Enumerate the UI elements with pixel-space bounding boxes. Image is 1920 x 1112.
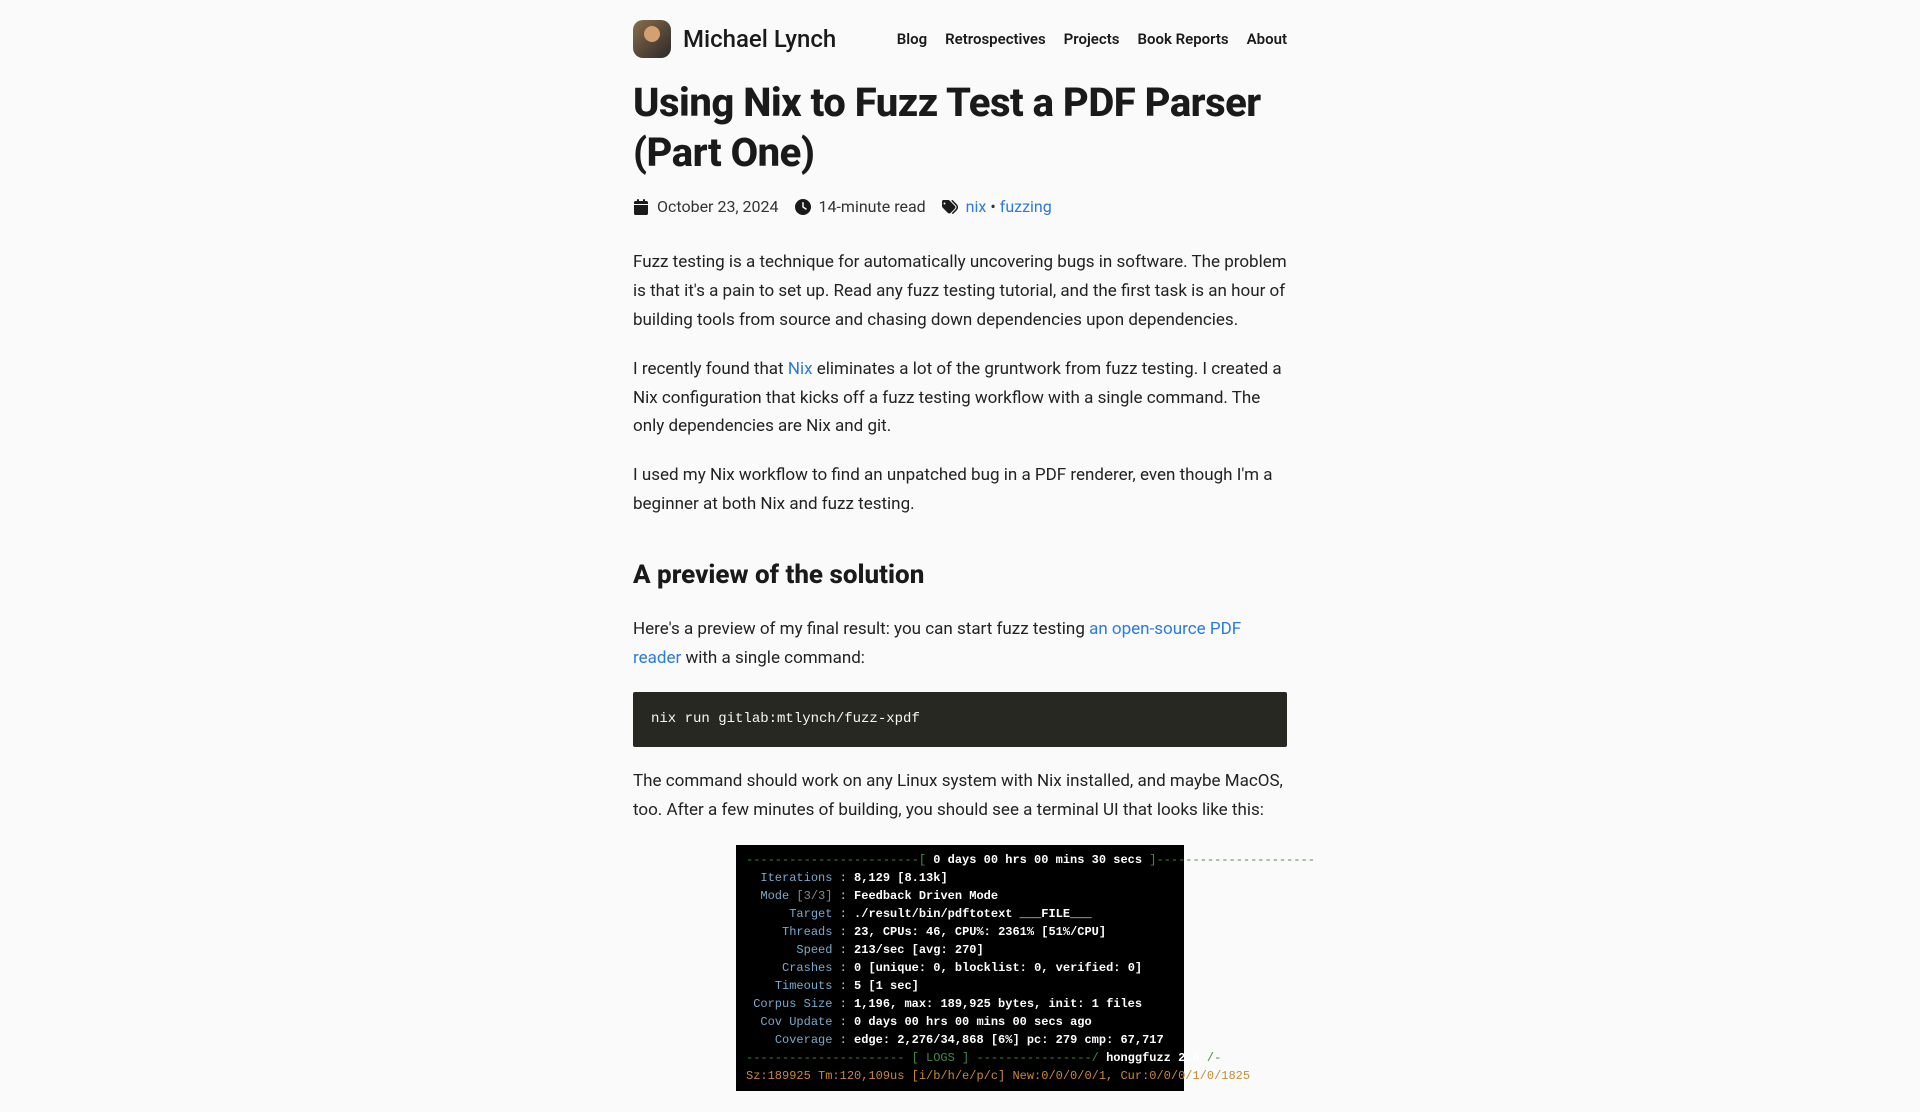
meta-tags: nix• fuzzing [942,194,1052,220]
link-nix[interactable]: Nix [788,359,813,379]
paragraph-preview: Here's a preview of my final result: you… [633,615,1287,673]
section-heading-preview: A preview of the solution [633,555,1287,597]
page-title: Using Nix to Fuzz Test a PDF Parser (Par… [633,78,1287,178]
meta-date: October 23, 2024 [633,194,779,220]
avatar [633,20,671,58]
post-meta: October 23, 2024 14-minute read nix• fuzz… [633,194,1287,220]
post-read-time: 14-minute read [819,194,926,220]
nav-retrospectives[interactable]: Retrospectives [945,27,1046,51]
calendar-icon [633,199,649,215]
paragraph-nix: I recently found that Nix eliminates a l… [633,355,1287,442]
site-header: Michael Lynch Blog Retrospectives Projec… [633,20,1287,58]
paragraph-intro: Fuzz testing is a technique for automati… [633,248,1287,335]
nav-projects[interactable]: Projects [1064,27,1120,51]
nav-about[interactable]: About [1247,27,1287,51]
meta-read-time: 14-minute read [795,194,926,220]
terminal-screenshot: ------------------------[ 0 days 00 hrs … [736,845,1184,1091]
nav-book-reports[interactable]: Book Reports [1137,27,1228,51]
post-date: October 23, 2024 [657,194,779,220]
paragraph-linux: The command should work on any Linux sys… [633,767,1287,825]
nav-blog[interactable]: Blog [897,27,927,51]
tag-fuzzing[interactable]: fuzzing [1000,197,1052,216]
tags-icon [942,199,958,215]
code-block-nix-run: nix run gitlab:mtlynch/fuzz-xpdf [633,692,1287,746]
paragraph-bug: I used my Nix workflow to find an unpatc… [633,461,1287,519]
tag-separator: • [990,197,995,216]
site-name: Michael Lynch [683,20,836,58]
brand[interactable]: Michael Lynch [633,20,836,58]
tag-nix[interactable]: nix [966,197,987,216]
clock-icon [795,199,811,215]
main-nav: Blog Retrospectives Projects Book Report… [897,27,1287,51]
